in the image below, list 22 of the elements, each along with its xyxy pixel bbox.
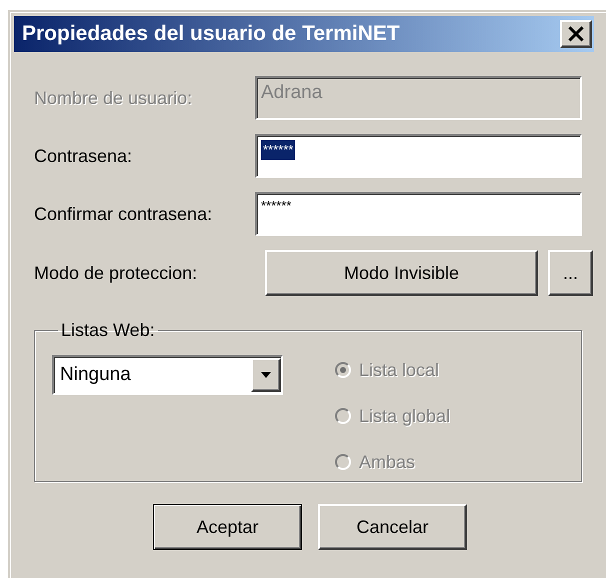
input-field[interactable]: ****** [255, 134, 582, 178]
field-label: Modo de proteccion: [34, 262, 198, 284]
field-value: ****** [261, 198, 292, 214]
browse-button[interactable]: ... [548, 250, 593, 296]
dialog-button[interactable]: Aceptar [153, 504, 302, 550]
close-button[interactable]: × [560, 20, 592, 48]
field-value: ****** [261, 140, 296, 160]
radio-label: Lista local [359, 360, 440, 380]
field-label: Nombre de usuario: [34, 88, 194, 108]
field-label: Contrasena: [34, 146, 134, 166]
dropdown-arrow-icon [260, 372, 272, 378]
dropdown-value: Ninguna [60, 364, 131, 386]
input-field[interactable]: ****** [255, 192, 582, 236]
window-title: Propiedades del usuario de TermiNET [22, 22, 400, 46]
field-value: Adrana [261, 82, 322, 104]
group-title: Listas Web: [60, 320, 156, 341]
dialog-button[interactable]: Cancelar [318, 504, 467, 550]
mode-button[interactable]: Modo Invisible [265, 250, 538, 296]
radio-label: Ambas [359, 452, 416, 472]
dropdown[interactable]: Ninguna [52, 355, 283, 395]
radio-label: Lista global [359, 406, 450, 426]
field-label: Confirmar contrasena: [34, 204, 214, 224]
